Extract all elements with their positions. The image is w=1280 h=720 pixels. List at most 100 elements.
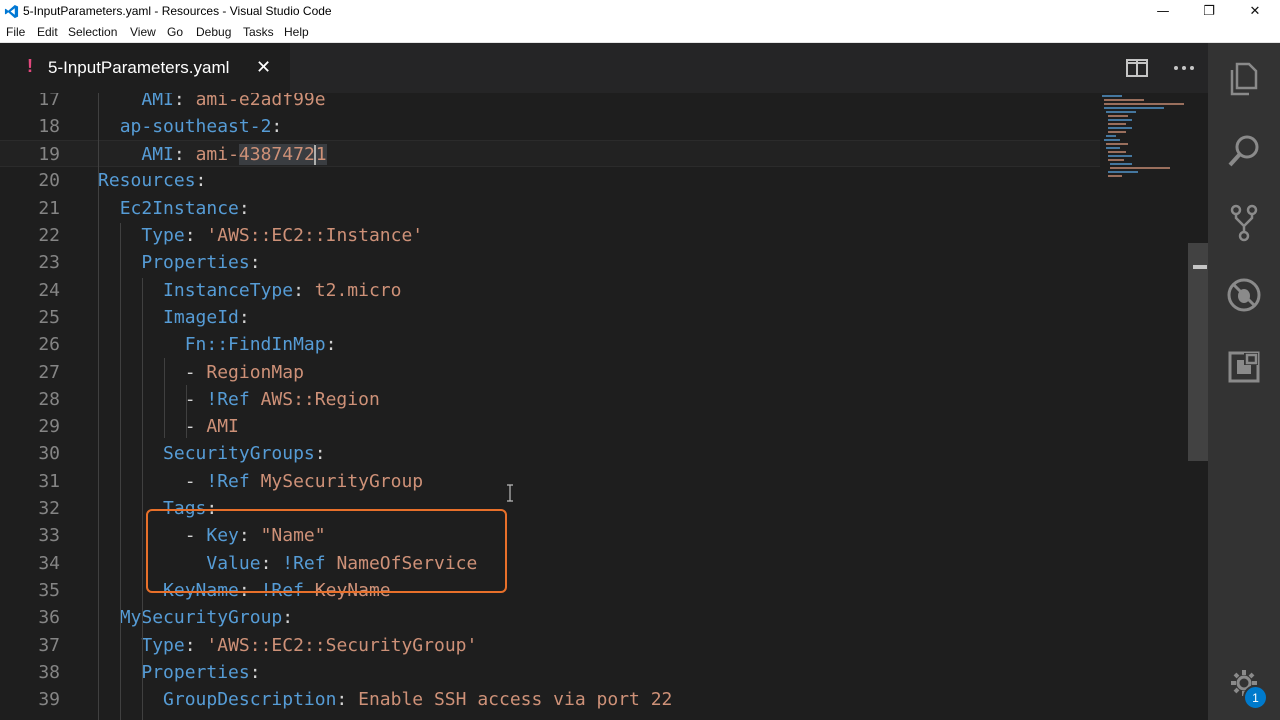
source-control-icon[interactable] xyxy=(1226,204,1262,242)
punctuation-token: - xyxy=(98,416,207,438)
code-line[interactable]: 38 Properties: xyxy=(0,659,1100,686)
code-line[interactable]: 37 Type: 'AWS::EC2::SecurityGroup' xyxy=(0,632,1100,659)
title-bar: 5-InputParameters.yaml - Resources - Vis… xyxy=(0,0,1280,23)
restore-button[interactable]: ❐ xyxy=(1186,0,1232,23)
yaml-key-token: !Ref xyxy=(206,470,250,492)
minimize-icon: — xyxy=(1156,4,1170,19)
code-line[interactable]: 21 Ec2Instance: xyxy=(0,195,1100,222)
yaml-key-token: AMI xyxy=(141,144,174,166)
code-text: GroupDescription: Enable SSH access via … xyxy=(98,686,672,713)
punctuation-token: : xyxy=(293,279,315,301)
debug-icon[interactable] xyxy=(1226,277,1262,313)
line-number: 17 xyxy=(38,93,60,110)
close-window-button[interactable]: ✕ xyxy=(1232,0,1278,23)
code-line[interactable]: 39 GroupDescription: Enable SSH access v… xyxy=(0,686,1100,713)
punctuation-token: : xyxy=(173,93,196,110)
yaml-key-token: !Ref xyxy=(206,388,250,410)
menu-debug[interactable]: Debug xyxy=(196,25,231,39)
scrollbar-thumb[interactable] xyxy=(1188,243,1208,461)
code-text: Type: 'AWS::EC2::Instance' xyxy=(98,222,423,249)
punctuation-token: - xyxy=(98,470,207,492)
punctuation-token xyxy=(98,307,163,328)
menu-bar: File Edit Selection View Go Debug Tasks … xyxy=(0,23,1280,43)
code-line[interactable]: 18 ap-southeast-2: xyxy=(0,113,1100,140)
editor-tab[interactable]: ! 5-InputParameters.yaml ✕ xyxy=(0,43,290,93)
code-text: Ec2Instance: xyxy=(98,195,250,222)
code-text: InstanceType: t2.micro xyxy=(98,277,401,304)
punctuation-token: : xyxy=(195,170,207,192)
code-line[interactable]: 30 SecurityGroups: xyxy=(0,440,1100,467)
punctuation-token xyxy=(98,689,163,710)
indent-guide xyxy=(98,93,99,720)
code-text: SecurityGroups: xyxy=(98,440,326,467)
yaml-value-token: MySecurityGroup xyxy=(260,470,424,492)
punctuation-token: : xyxy=(314,443,326,465)
code-line[interactable]: 25 ImageId: xyxy=(0,304,1100,331)
punctuation-token: : xyxy=(238,306,250,328)
line-number: 22 xyxy=(38,225,60,246)
code-line[interactable]: 28 - !Ref AWS::Region xyxy=(0,386,1100,413)
close-icon: ✕ xyxy=(1249,4,1261,19)
code-line[interactable]: 29 - AMI xyxy=(0,413,1100,440)
code-line[interactable]: 31 - !Ref MySecurityGroup xyxy=(0,468,1100,495)
line-number: 34 xyxy=(38,552,60,574)
tab-bar: ! 5-InputParameters.yaml ✕ xyxy=(0,43,1208,93)
extensions-icon[interactable] xyxy=(1226,349,1262,385)
menu-tasks[interactable]: Tasks xyxy=(243,25,274,39)
punctuation-token: - xyxy=(98,388,207,410)
yaml-key-token: GroupDescription xyxy=(163,689,337,711)
yaml-key-token: InstanceType xyxy=(163,279,294,301)
menu-edit[interactable]: Edit xyxy=(37,25,58,39)
code-line[interactable]: 36 MySecurityGroup: xyxy=(0,604,1100,631)
search-icon[interactable] xyxy=(1226,133,1262,169)
yaml-key-token: ImageId xyxy=(163,306,239,328)
code-line[interactable]: 22 Type: 'AWS::EC2::Instance' xyxy=(0,222,1100,249)
yaml-key-token: Type xyxy=(141,634,185,656)
punctuation-token: : xyxy=(325,334,337,356)
line-number: 18 xyxy=(38,115,60,137)
code-line[interactable]: 20 Resources: xyxy=(0,167,1100,194)
minimap[interactable] xyxy=(1100,93,1188,720)
punctuation-token xyxy=(98,198,120,219)
line-number: 32 xyxy=(38,498,60,519)
code-text: MySecurityGroup: xyxy=(98,604,293,631)
menu-help[interactable]: Help xyxy=(284,25,309,39)
punctuation-token: : xyxy=(184,634,207,656)
yaml-key-token: SecurityGroups xyxy=(163,443,315,465)
code-text: Fn::FindInMap: xyxy=(98,331,337,358)
line-number: 36 xyxy=(38,607,60,629)
more-actions-icon[interactable] xyxy=(1171,56,1197,80)
code-text: Resources: xyxy=(98,167,206,194)
code-line[interactable]: 27 - RegionMap xyxy=(0,359,1100,386)
scrollbar-position-marker xyxy=(1193,265,1207,269)
line-number: 25 xyxy=(38,306,60,328)
menu-view[interactable]: View xyxy=(130,25,156,39)
code-line[interactable]: 23 Properties: xyxy=(0,249,1100,276)
punctuation-token: : xyxy=(336,689,359,711)
code-editor[interactable]: 17 AMI: ami-e2adf99e 18 ap-southeast-2: 19… xyxy=(0,93,1208,720)
yaml-key-token: MySecurityGroup xyxy=(119,607,283,629)
punctuation-token: : xyxy=(173,144,196,166)
menu-file[interactable]: File xyxy=(6,25,25,39)
menu-go[interactable]: Go xyxy=(167,25,183,39)
explorer-icon[interactable] xyxy=(1226,61,1262,97)
indent-guide xyxy=(142,278,143,720)
punctuation-token xyxy=(98,144,141,165)
split-editor-icon[interactable] xyxy=(1124,56,1150,80)
yaml-value-token: t2.micro xyxy=(314,279,402,301)
punctuation-token: : xyxy=(249,661,261,683)
menu-selection[interactable]: Selection xyxy=(68,25,117,39)
line-number: 29 xyxy=(38,416,60,438)
yaml-key-token: Properties xyxy=(141,252,250,274)
punctuation-token xyxy=(250,389,261,410)
code-line[interactable]: 17 AMI: ami-e2adf99e xyxy=(0,93,1100,113)
code-line[interactable]: 26 Fn::FindInMap: xyxy=(0,331,1100,358)
tab-close-icon[interactable]: ✕ xyxy=(256,57,271,78)
indent-guide xyxy=(186,385,187,438)
code-text: ap-southeast-2: xyxy=(98,113,283,140)
code-line[interactable]: 24 InstanceType: t2.micro xyxy=(0,277,1100,304)
minimize-button[interactable]: — xyxy=(1140,0,1186,23)
code-line[interactable]: 19 AMI: ami-43874721 xyxy=(0,140,1100,168)
line-number: 39 xyxy=(38,689,60,711)
code-text: Properties: xyxy=(98,659,261,686)
